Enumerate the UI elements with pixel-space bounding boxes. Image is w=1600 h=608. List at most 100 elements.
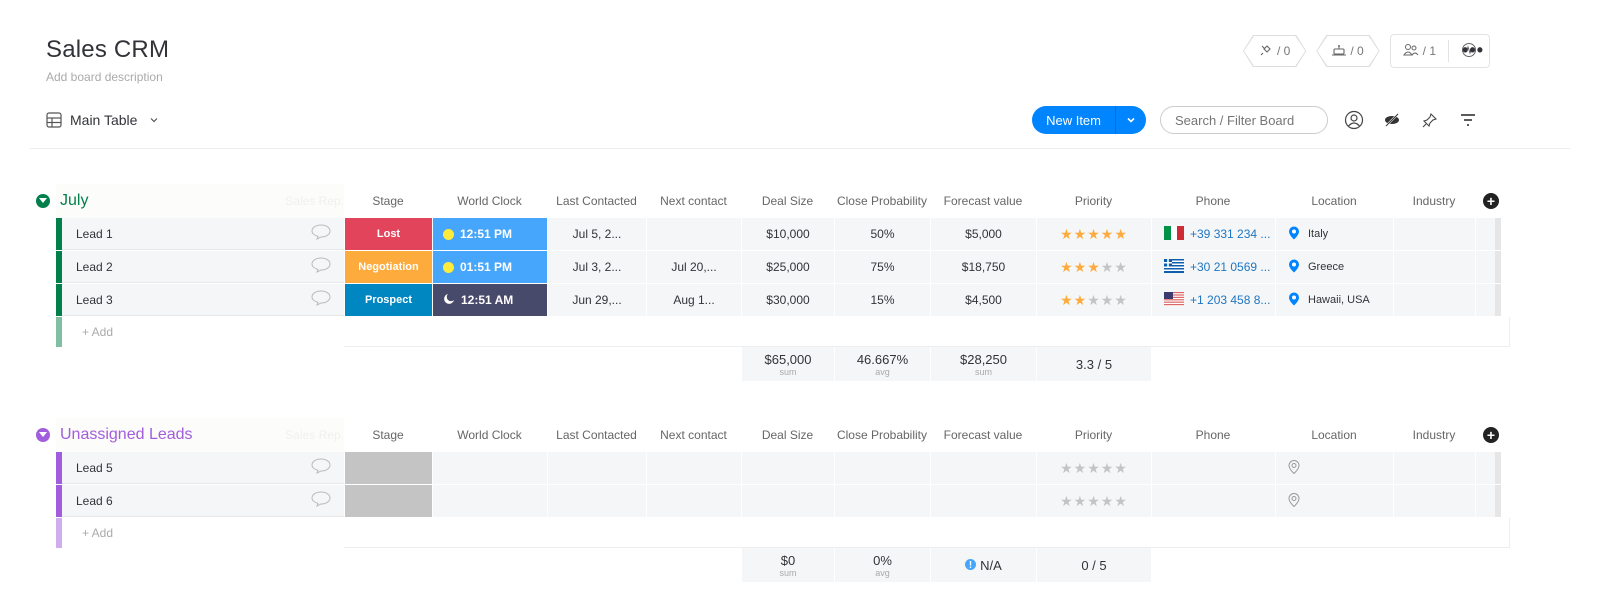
board-title[interactable]: Sales CRM xyxy=(46,36,169,64)
item-name-cell[interactable]: Lead 6 xyxy=(62,485,344,517)
filter-icon[interactable] xyxy=(1456,108,1480,132)
group-title[interactable]: Unassigned Leads xyxy=(60,426,280,444)
column-header[interactable]: Deal Size xyxy=(741,194,834,208)
new-item-button[interactable]: New Item xyxy=(1032,106,1146,134)
column-header[interactable]: Stage xyxy=(344,194,432,208)
item-name[interactable]: Lead 5 xyxy=(76,461,113,475)
comment-icon[interactable] xyxy=(310,256,332,277)
column-header[interactable]: Close Probability xyxy=(834,428,930,442)
phone-number[interactable]: +30 21 0569 ... xyxy=(1190,260,1270,274)
column-header[interactable]: Last Contacted xyxy=(547,194,646,208)
column-header-sales-rep[interactable]: Sales Rep. xyxy=(280,194,344,208)
star-icon[interactable]: ★ xyxy=(1087,226,1101,243)
star-icon[interactable]: ★ xyxy=(1114,226,1128,243)
new-item-label[interactable]: New Item xyxy=(1032,106,1115,134)
close-probability-cell[interactable] xyxy=(834,452,930,484)
next-contact-cell[interactable]: Aug 1... xyxy=(646,284,741,316)
world-clock-cell[interactable] xyxy=(432,452,547,484)
item-name[interactable]: Lead 6 xyxy=(76,494,113,508)
stage-cell[interactable]: Lost xyxy=(344,218,432,250)
star-icon[interactable]: ★ xyxy=(1074,292,1088,309)
priority-rating[interactable]: ★ ★ ★ ★ ★ xyxy=(1036,452,1151,484)
star-icon[interactable]: ★ xyxy=(1060,292,1074,309)
column-header[interactable]: Location xyxy=(1275,194,1393,208)
last-contacted-cell[interactable] xyxy=(547,452,646,484)
person-filter-icon[interactable] xyxy=(1342,108,1366,132)
star-icon[interactable]: ★ xyxy=(1101,259,1115,276)
world-clock-cell[interactable]: 01:51 PM xyxy=(432,251,547,283)
phone-number[interactable]: +1 203 458 8... xyxy=(1190,293,1270,307)
last-contacted-cell[interactable] xyxy=(547,485,646,517)
next-contact-cell[interactable] xyxy=(646,218,741,250)
deal-size-cell[interactable]: $30,000 xyxy=(741,284,834,316)
column-header[interactable]: World Clock xyxy=(432,428,547,442)
close-probability-cell[interactable]: 50% xyxy=(834,218,930,250)
column-header[interactable]: Next contact xyxy=(646,428,741,442)
column-header[interactable]: World Clock xyxy=(432,194,547,208)
comment-icon[interactable] xyxy=(310,223,332,244)
column-header[interactable]: Forecast value xyxy=(930,194,1036,208)
phone-cell[interactable] xyxy=(1151,452,1275,484)
phone-cell[interactable]: +1 203 458 8... xyxy=(1151,284,1275,316)
star-icon[interactable]: ★ xyxy=(1074,460,1088,477)
column-header[interactable]: Industry xyxy=(1393,428,1475,442)
group-title[interactable]: July xyxy=(60,192,280,210)
stage-cell[interactable] xyxy=(344,485,432,517)
stage-cell[interactable]: Negotiation xyxy=(344,251,432,283)
integrations-button[interactable]: / 0 xyxy=(1243,35,1306,67)
info-warning-icon[interactable] xyxy=(965,558,977,573)
star-icon[interactable]: ★ xyxy=(1101,493,1115,510)
stage-cell[interactable]: Prospect xyxy=(344,284,432,316)
priority-rating[interactable]: ★ ★ ★ ★ ★ xyxy=(1036,251,1151,283)
column-header[interactable]: Deal Size xyxy=(741,428,834,442)
comment-icon[interactable] xyxy=(310,289,332,310)
more-options-icon[interactable]: ••• xyxy=(1462,40,1484,61)
item-name-cell[interactable]: Lead 1 xyxy=(62,218,344,250)
last-contacted-cell[interactable]: Jul 5, 2... xyxy=(547,218,646,250)
star-icon[interactable]: ★ xyxy=(1060,460,1074,477)
priority-rating[interactable]: ★ ★ ★ ★ ★ xyxy=(1036,218,1151,250)
star-icon[interactable]: ★ xyxy=(1087,493,1101,510)
location-cell[interactable]: Greece xyxy=(1275,251,1393,283)
close-probability-cell[interactable] xyxy=(834,485,930,517)
forecast-value-cell[interactable]: $4,500 xyxy=(930,284,1036,316)
column-header[interactable]: Close Probability xyxy=(834,194,930,208)
phone-cell[interactable] xyxy=(1151,485,1275,517)
add-item-input[interactable]: + Add xyxy=(62,317,344,347)
chevron-down-icon[interactable] xyxy=(1115,106,1146,134)
item-name-cell[interactable]: Lead 2 xyxy=(62,251,344,283)
column-header[interactable]: Location xyxy=(1275,428,1393,442)
column-header[interactable]: Industry xyxy=(1393,194,1475,208)
location-cell[interactable]: Hawaii, USA xyxy=(1275,284,1393,316)
star-icon[interactable]: ★ xyxy=(1101,460,1115,477)
item-name[interactable]: Lead 2 xyxy=(76,260,113,274)
star-icon[interactable]: ★ xyxy=(1114,460,1128,477)
item-name-cell[interactable]: Lead 5 xyxy=(62,452,344,484)
star-icon[interactable]: ★ xyxy=(1074,226,1088,243)
industry-cell[interactable] xyxy=(1393,218,1475,250)
stage-cell[interactable] xyxy=(344,452,432,484)
column-header[interactable]: Phone xyxy=(1151,194,1275,208)
add-item-input[interactable]: + Add xyxy=(62,518,344,548)
phone-number[interactable]: +39 331 234 ... xyxy=(1190,227,1270,241)
next-contact-cell[interactable] xyxy=(646,485,741,517)
comment-icon[interactable] xyxy=(310,457,332,478)
forecast-value-cell[interactable] xyxy=(930,452,1036,484)
star-icon[interactable]: ★ xyxy=(1074,259,1088,276)
star-icon[interactable]: ★ xyxy=(1114,493,1128,510)
star-icon[interactable]: ★ xyxy=(1060,259,1074,276)
world-clock-cell[interactable]: 12:51 PM xyxy=(432,218,547,250)
automations-button[interactable]: / 0 xyxy=(1316,35,1379,67)
phone-cell[interactable]: +39 331 234 ... xyxy=(1151,218,1275,250)
collapse-group-icon[interactable] xyxy=(36,428,50,442)
star-icon[interactable]: ★ xyxy=(1087,460,1101,477)
next-contact-cell[interactable]: Jul 20,... xyxy=(646,251,741,283)
next-contact-cell[interactable] xyxy=(646,452,741,484)
location-cell[interactable]: Italy xyxy=(1275,218,1393,250)
column-header[interactable]: Phone xyxy=(1151,428,1275,442)
column-header[interactable]: Priority xyxy=(1036,194,1151,208)
deal-size-cell[interactable] xyxy=(741,485,834,517)
industry-cell[interactable] xyxy=(1393,452,1475,484)
priority-rating[interactable]: ★ ★ ★ ★ ★ xyxy=(1036,284,1151,316)
star-icon[interactable]: ★ xyxy=(1101,226,1115,243)
